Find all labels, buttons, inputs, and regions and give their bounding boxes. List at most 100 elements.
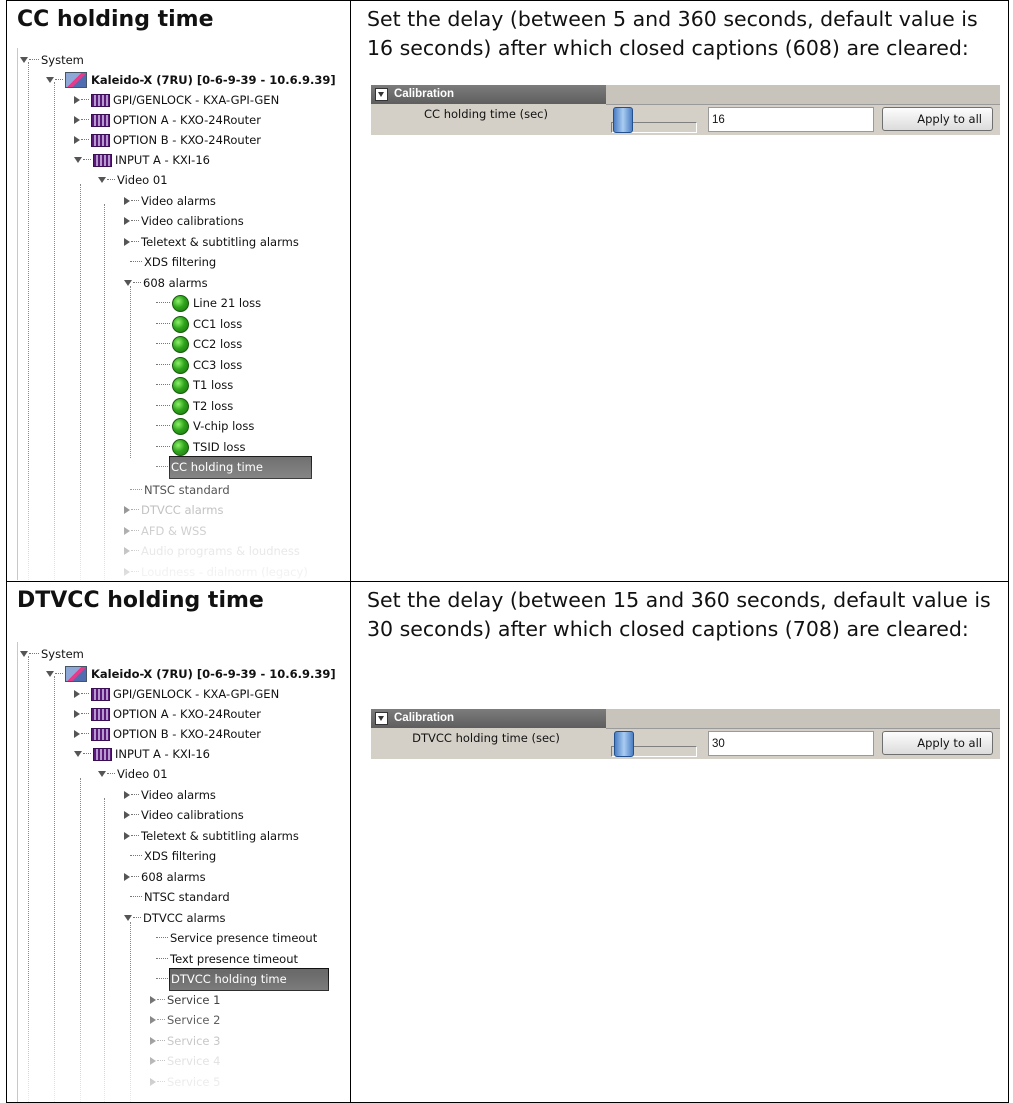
calibration-header[interactable]: Calibration bbox=[371, 709, 606, 728]
apply-to-all-button[interactable]: Apply to all bbox=[882, 107, 993, 131]
alarm-item[interactable]: T1 loss bbox=[156, 375, 233, 396]
collapse-arrow-icon[interactable] bbox=[74, 730, 80, 739]
collapse-arrow-icon[interactable] bbox=[74, 136, 80, 145]
collapse-arrow-icon[interactable] bbox=[150, 1037, 156, 1046]
tree-view[interactable]: System Kaleido-X (7RU) [0-6-9-39 - 10.6.… bbox=[17, 642, 344, 1102]
tree-node-group[interactable]: 608 alarms bbox=[124, 273, 208, 294]
tree-node[interactable]: 608 alarms bbox=[124, 867, 206, 888]
tree-node[interactable]: Audio programs & loudness bbox=[124, 541, 300, 562]
collapse-arrow-icon[interactable] bbox=[124, 527, 130, 536]
tree-node-card[interactable]: INPUT A - KXI-16 bbox=[74, 150, 210, 171]
tree-node[interactable]: Video calibrations bbox=[124, 211, 244, 232]
calibration-label: DTVCC holding time (sec) bbox=[412, 731, 560, 745]
alarm-item[interactable]: Line 21 loss bbox=[156, 293, 261, 314]
holding-time-slider[interactable] bbox=[611, 105, 697, 133]
tree-node[interactable]: Service 1 bbox=[150, 990, 220, 1011]
tree-node-card[interactable]: OPTION B - KXO-24Router bbox=[74, 130, 261, 151]
section-description: Set the delay (between 5 and 360 seconds… bbox=[367, 7, 978, 60]
calibration-panel: Calibration CC holding time (sec) 16 App… bbox=[371, 85, 1000, 135]
collapse-arrow-icon[interactable] bbox=[124, 811, 130, 820]
tree-node[interactable]: Service 2 bbox=[150, 1010, 220, 1031]
collapse-arrow-icon[interactable] bbox=[150, 1016, 156, 1025]
tree-node[interactable]: Service 4 bbox=[150, 1051, 220, 1072]
holding-time-slider[interactable] bbox=[611, 729, 697, 757]
tree-node[interactable]: Video alarms bbox=[124, 191, 216, 212]
expand-arrow-icon[interactable] bbox=[124, 915, 132, 922]
alarm-item[interactable]: CC3 loss bbox=[156, 355, 242, 376]
alarm-item[interactable]: CC1 loss bbox=[156, 314, 242, 335]
collapse-arrow-icon[interactable] bbox=[150, 1057, 156, 1066]
tree-node[interactable]: Text presence timeout bbox=[156, 949, 298, 970]
tree-node[interactable]: Video calibrations bbox=[124, 805, 244, 826]
collapse-checkbox-icon[interactable] bbox=[375, 712, 388, 725]
tree-node-card[interactable]: GPI/GENLOCK - KXA-GPI-GEN bbox=[74, 684, 279, 705]
alarm-item[interactable]: TSID loss bbox=[156, 437, 245, 458]
expand-arrow-icon[interactable] bbox=[46, 671, 54, 678]
collapse-arrow-icon[interactable] bbox=[124, 238, 130, 247]
collapse-arrow-icon[interactable] bbox=[74, 710, 80, 719]
tree-node[interactable]: XDS filtering bbox=[130, 252, 216, 273]
tree-node-card[interactable]: OPTION A - KXO-24Router bbox=[74, 110, 261, 131]
expand-arrow-icon[interactable] bbox=[74, 751, 82, 758]
holding-time-input[interactable]: 16 bbox=[708, 107, 874, 132]
tree-node[interactable]: Loudness - dialnorm (legacy) bbox=[124, 562, 308, 580]
expand-arrow-icon[interactable] bbox=[98, 177, 106, 184]
collapse-arrow-icon[interactable] bbox=[124, 547, 130, 556]
collapse-checkbox-icon[interactable] bbox=[375, 88, 388, 101]
tree-node[interactable]: Service 5 bbox=[150, 1072, 220, 1093]
alarm-item[interactable]: T2 loss bbox=[156, 396, 233, 417]
green-status-led-icon bbox=[172, 294, 189, 312]
expand-arrow-icon[interactable] bbox=[124, 280, 132, 287]
alarm-item[interactable]: V-chip loss bbox=[156, 416, 254, 437]
table-top-border bbox=[6, 0, 1008, 1]
collapse-arrow-icon[interactable] bbox=[74, 116, 80, 125]
holding-time-input[interactable]: 30 bbox=[708, 731, 874, 756]
tree-node[interactable]: XDS filtering bbox=[130, 846, 216, 867]
slider-thumb[interactable] bbox=[614, 731, 634, 757]
tree-node[interactable]: Video alarms bbox=[124, 785, 216, 806]
tree-node-device[interactable]: Kaleido-X (7RU) [0-6-9-39 - 10.6.9.39] bbox=[46, 664, 336, 685]
slider-thumb[interactable] bbox=[613, 107, 633, 133]
expand-arrow-icon[interactable] bbox=[20, 651, 28, 658]
collapse-arrow-icon[interactable] bbox=[124, 506, 130, 515]
tree-node-selected[interactable]: DTVCC holding time bbox=[156, 968, 329, 991]
tree-node[interactable]: Service 3 bbox=[150, 1031, 220, 1052]
collapse-arrow-icon[interactable] bbox=[124, 873, 130, 882]
tree-node[interactable]: Teletext & subtitling alarms bbox=[124, 826, 299, 847]
tree-node[interactable]: NTSC standard bbox=[130, 480, 230, 501]
calibration-label: CC holding time (sec) bbox=[424, 107, 548, 121]
tree-node-card[interactable]: OPTION B - KXO-24Router bbox=[74, 724, 261, 745]
tree-node-device[interactable]: Kaleido-X (7RU) [0-6-9-39 - 10.6.9.39] bbox=[46, 70, 336, 91]
tree-node-system[interactable]: System bbox=[20, 644, 84, 665]
collapse-arrow-icon[interactable] bbox=[150, 996, 156, 1005]
alarm-item[interactable]: CC2 loss bbox=[156, 334, 242, 355]
tree-node-selected[interactable]: CC holding time bbox=[156, 456, 312, 479]
tree-view[interactable]: System Kaleido-X (7RU) [0-6-9-39 - 10.6.… bbox=[17, 48, 344, 580]
expand-arrow-icon[interactable] bbox=[46, 77, 54, 84]
tree-node-video[interactable]: Video 01 bbox=[98, 170, 168, 191]
expand-arrow-icon[interactable] bbox=[74, 157, 82, 164]
apply-to-all-button[interactable]: Apply to all bbox=[882, 731, 993, 755]
calibration-header[interactable]: Calibration bbox=[371, 85, 606, 104]
collapse-arrow-icon[interactable] bbox=[124, 568, 130, 577]
expand-arrow-icon[interactable] bbox=[98, 771, 106, 778]
tree-node[interactable]: Teletext & subtitling alarms bbox=[124, 232, 299, 253]
tree-node-card[interactable]: OPTION A - KXO-24Router bbox=[74, 704, 261, 725]
collapse-arrow-icon[interactable] bbox=[124, 791, 130, 800]
tree-node[interactable]: AFD & WSS bbox=[124, 521, 207, 542]
collapse-arrow-icon[interactable] bbox=[124, 217, 130, 226]
tree-node[interactable]: NTSC standard bbox=[130, 887, 230, 908]
collapse-arrow-icon[interactable] bbox=[150, 1078, 156, 1087]
tree-node-video[interactable]: Video 01 bbox=[98, 764, 168, 785]
collapse-arrow-icon[interactable] bbox=[74, 96, 80, 105]
tree-node-card[interactable]: GPI/GENLOCK - KXA-GPI-GEN bbox=[74, 90, 279, 111]
collapse-arrow-icon[interactable] bbox=[74, 690, 80, 699]
collapse-arrow-icon[interactable] bbox=[124, 197, 130, 206]
tree-node-group[interactable]: DTVCC alarms bbox=[124, 908, 225, 929]
tree-node[interactable]: DTVCC alarms bbox=[124, 500, 223, 521]
tree-node-card[interactable]: INPUT A - KXI-16 bbox=[74, 744, 210, 765]
tree-node[interactable]: Service presence timeout bbox=[156, 928, 317, 949]
expand-arrow-icon[interactable] bbox=[20, 57, 28, 64]
tree-node-system[interactable]: System bbox=[20, 50, 84, 71]
collapse-arrow-icon[interactable] bbox=[124, 832, 130, 841]
